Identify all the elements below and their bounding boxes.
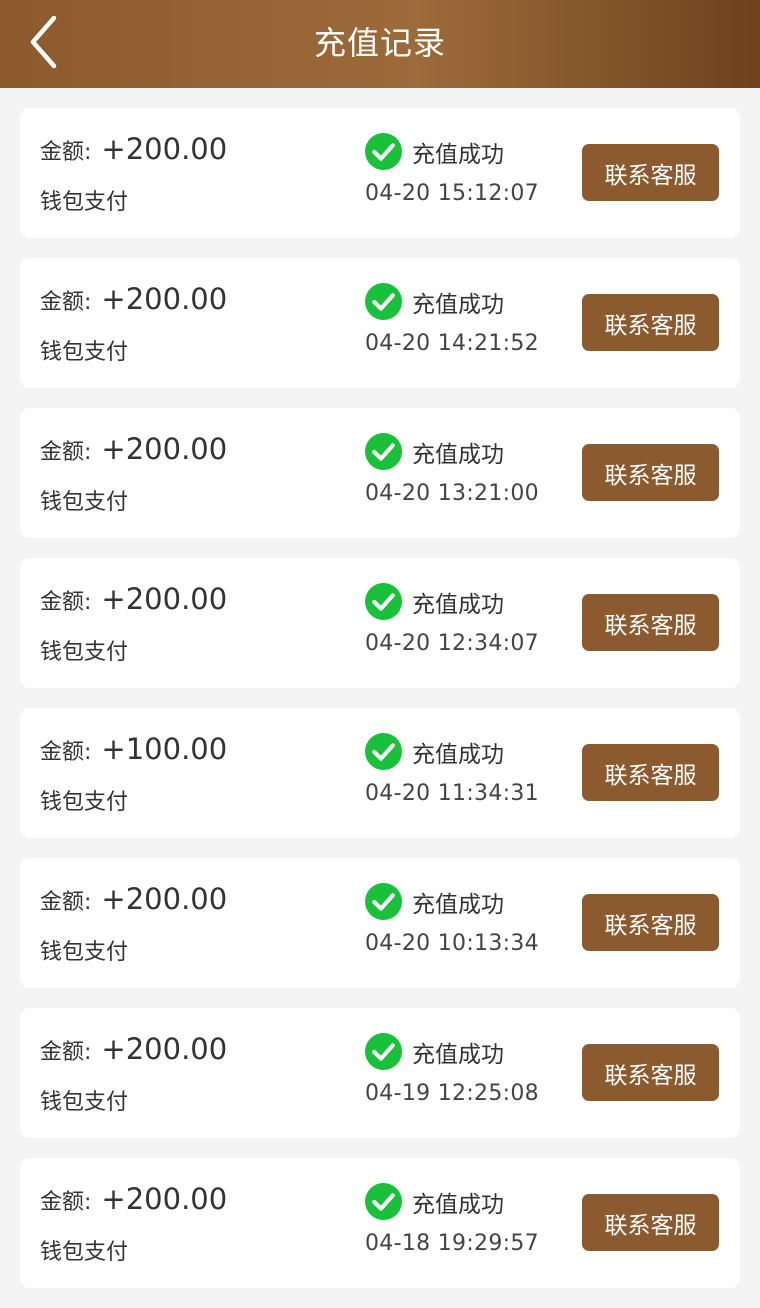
page-title: 充值记录 (313, 24, 446, 62)
record-card: 金额: +200.00 钱包支付 充值成功 04-20 15:12:07 联系客… (20, 108, 740, 238)
status-text: 充值成功 (412, 891, 504, 918)
status-row: 充值成功 (365, 433, 504, 470)
amount-row: 金额: +200.00 (40, 882, 227, 922)
status-row: 充值成功 (365, 1183, 504, 1220)
status-text: 充值成功 (412, 1041, 504, 1068)
amount-label: 金额: (40, 890, 92, 915)
amount-row: 金额: +200.00 (40, 1182, 227, 1222)
record-time: 04-19 12:25:08 (365, 1081, 539, 1106)
payment-method: 钱包支付 (40, 640, 129, 665)
success-check-icon (365, 1183, 402, 1220)
amount-label: 金额: (40, 290, 92, 315)
payment-method: 钱包支付 (40, 190, 129, 215)
record-card: 金额: +200.00 钱包支付 充值成功 04-20 14:21:52 联系客… (20, 258, 740, 388)
amount-label: 金额: (40, 1040, 92, 1065)
payment-method: 钱包支付 (40, 490, 129, 515)
amount-label: 金额: (40, 1190, 92, 1215)
amount-label: 金额: (40, 440, 92, 465)
payment-method: 钱包支付 (40, 1090, 129, 1115)
amount-row: 金额: +200.00 (40, 582, 227, 622)
record-time: 04-18 19:29:57 (365, 1231, 539, 1256)
status-row: 充值成功 (365, 1033, 504, 1070)
contact-support-button[interactable]: 联系客服 (582, 444, 719, 501)
record-time: 04-20 13:21:00 (365, 481, 539, 506)
amount-label: 金额: (40, 590, 92, 615)
contact-support-button[interactable]: 联系客服 (582, 294, 719, 351)
success-check-icon (365, 433, 402, 470)
contact-support-button[interactable]: 联系客服 (582, 894, 719, 951)
payment-method: 钱包支付 (40, 340, 129, 365)
success-check-icon (365, 733, 402, 770)
record-time: 04-20 15:12:07 (365, 181, 539, 206)
success-check-icon (365, 133, 402, 170)
payment-method: 钱包支付 (40, 790, 129, 815)
amount-value: +200.00 (101, 132, 228, 166)
record-card: 金额: +200.00 钱包支付 充值成功 04-18 19:29:57 联系客… (20, 1158, 740, 1288)
amount-row: 金额: +200.00 (40, 432, 227, 472)
amount-row: 金额: +100.00 (40, 732, 227, 772)
amount-row: 金额: +200.00 (40, 1032, 227, 1072)
amount-value: +200.00 (101, 432, 228, 466)
status-text: 充值成功 (412, 1191, 504, 1218)
payment-method: 钱包支付 (40, 940, 129, 965)
status-text: 充值成功 (412, 741, 504, 768)
recharge-record-list: 金额: +200.00 钱包支付 充值成功 04-20 15:12:07 联系客… (20, 108, 740, 1308)
status-row: 充值成功 (365, 733, 504, 770)
status-row: 充值成功 (365, 283, 504, 320)
amount-value: +200.00 (101, 1032, 228, 1066)
record-card: 金额: +200.00 钱包支付 充值成功 04-20 12:34:07 联系客… (20, 558, 740, 688)
record-card: 金额: +200.00 钱包支付 充值成功 04-20 13:21:00 联系客… (20, 408, 740, 538)
record-card: 金额: +200.00 钱包支付 充值成功 04-19 12:25:08 联系客… (20, 1008, 740, 1138)
record-time: 04-20 12:34:07 (365, 631, 539, 656)
contact-support-button[interactable]: 联系客服 (582, 1044, 719, 1101)
amount-value: +200.00 (101, 1182, 228, 1216)
success-check-icon (365, 1033, 402, 1070)
contact-support-button[interactable]: 联系客服 (582, 144, 719, 201)
amount-value: +200.00 (101, 582, 228, 616)
record-time: 04-20 11:34:31 (365, 781, 539, 806)
contact-support-button[interactable]: 联系客服 (582, 594, 719, 651)
status-row: 充值成功 (365, 583, 504, 620)
success-check-icon (365, 583, 402, 620)
success-check-icon (365, 883, 402, 920)
contact-support-button[interactable]: 联系客服 (582, 1194, 719, 1251)
amount-value: +200.00 (101, 882, 228, 916)
status-text: 充值成功 (412, 141, 504, 168)
success-check-icon (365, 283, 402, 320)
amount-value: +100.00 (101, 732, 228, 766)
record-time: 04-20 10:13:34 (365, 931, 539, 956)
status-text: 充值成功 (412, 591, 504, 618)
amount-label: 金额: (40, 740, 92, 765)
record-card: 金额: +100.00 钱包支付 充值成功 04-20 11:34:31 联系客… (20, 708, 740, 838)
payment-method: 钱包支付 (40, 1240, 129, 1265)
amount-value: +200.00 (101, 282, 228, 316)
amount-row: 金额: +200.00 (40, 132, 227, 172)
status-row: 充值成功 (365, 133, 504, 170)
status-text: 充值成功 (412, 441, 504, 468)
record-card: 金额: +200.00 钱包支付 充值成功 04-20 10:13:34 联系客… (20, 858, 740, 988)
status-text: 充值成功 (412, 291, 504, 318)
record-time: 04-20 14:21:52 (365, 331, 539, 356)
contact-support-button[interactable]: 联系客服 (582, 744, 719, 801)
amount-label: 金额: (40, 140, 92, 165)
header-bar: 充值记录 (0, 0, 760, 88)
status-row: 充值成功 (365, 883, 504, 920)
amount-row: 金额: +200.00 (40, 282, 227, 322)
